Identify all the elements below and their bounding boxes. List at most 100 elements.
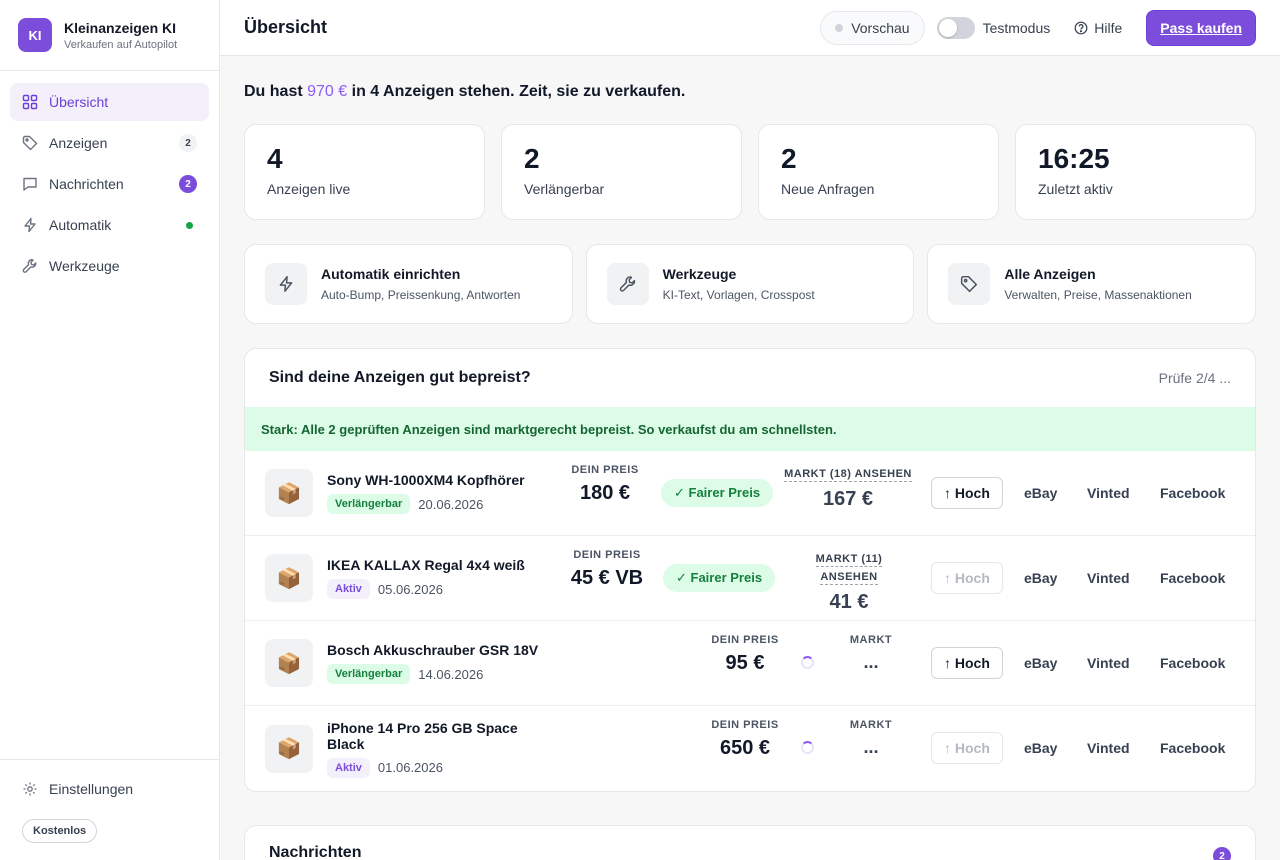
sidebar-item-label: Automatik: [49, 217, 112, 233]
action-icon-box: [265, 263, 307, 305]
action-card-automatik[interactable]: Automatik einrichten Auto-Bump, Preissen…: [244, 244, 573, 324]
platform-vinted[interactable]: Vinted: [1087, 485, 1130, 501]
stat-label: Anzeigen live: [267, 181, 351, 197]
price-value: 180 €: [579, 482, 631, 504]
listing-date: 05.06.2026: [377, 581, 443, 597]
buy-pass-button[interactable]: Pass kaufen: [1146, 9, 1256, 46]
fair-price-badge: ✓ Fairer Preis: [663, 564, 776, 592]
preview-button[interactable]: Vorschau: [820, 10, 925, 45]
market-caption-link[interactable]: MARKT (18) ANSEHEN: [784, 468, 912, 482]
tag-icon: [961, 275, 978, 293]
listing-title[interactable]: IKEA KALLAX Regal 4x4 weiß: [327, 557, 557, 573]
bolt-icon: [24, 217, 36, 233]
brand[interactable]: KI Kleinanzeigen KI Verkaufen auf Autopi…: [0, 0, 219, 71]
price-caption: DEIN PREIS: [573, 549, 641, 561]
listing-title[interactable]: Sony WH-1000XM4 Kopfhörer: [327, 472, 557, 488]
stat-card-renewable: 2 Verlängerbar: [501, 124, 742, 220]
preview-label: Vorschau: [851, 19, 910, 36]
testmode-label: Testmodus: [982, 19, 1051, 36]
listing-row: 📦 Sony WH-1000XM4 Kopfhörer Verlängerbar…: [245, 451, 1255, 536]
platform-ebay[interactable]: eBay: [1024, 485, 1057, 501]
platform-facebook[interactable]: Facebook: [1160, 485, 1225, 501]
market-value: 41 €: [829, 591, 869, 613]
help-button[interactable]: Hilfe: [1074, 20, 1122, 36]
platform-facebook[interactable]: Facebook: [1160, 740, 1225, 756]
fair-price-badge: ✓ Fairer Preis: [661, 479, 774, 507]
price-value: 95 €: [725, 652, 765, 674]
your-price: DEIN PREIS 650 €: [710, 719, 780, 760]
your-price: DEIN PREIS 95 €: [710, 634, 780, 675]
platform-vinted[interactable]: Vinted: [1087, 570, 1130, 586]
messages-card[interactable]: Nachrichten 2: [244, 825, 1256, 860]
sidebar-item-automatik[interactable]: Automatik: [10, 206, 209, 244]
preview-status-dot: [835, 23, 844, 32]
market-value: ...: [863, 652, 879, 672]
market-caption: MARKT: [849, 719, 893, 731]
platform-vinted[interactable]: Vinted: [1087, 740, 1130, 756]
top-header: Übersicht Vorschau Testmodus Hilfe Pass …: [220, 0, 1280, 56]
bump-button[interactable]: ↑ Hoch: [931, 477, 1003, 509]
stat-label: Verlängerbar: [524, 181, 605, 197]
platform-facebook[interactable]: Facebook: [1160, 570, 1225, 586]
listing-title[interactable]: iPhone 14 Pro 256 GB Space Black: [327, 720, 557, 752]
platform-ebay[interactable]: eBay: [1024, 655, 1057, 671]
sidebar-item-werkzeuge[interactable]: Werkzeuge: [10, 247, 209, 285]
listing-row: 📦 Bosch Akkuschrauber GSR 18V Verlängerb…: [245, 621, 1255, 706]
quick-actions: Automatik einrichten Auto-Bump, Preissen…: [244, 244, 1257, 324]
price-value: 45 € VB: [570, 567, 644, 589]
platform-ebay[interactable]: eBay: [1024, 740, 1057, 756]
sidebar-item-label: Werkzeuge: [49, 258, 120, 274]
price-caption: DEIN PREIS: [571, 464, 639, 476]
bolt-icon: [279, 275, 293, 293]
bump-button[interactable]: ↑ Hoch: [931, 732, 1003, 764]
status-badge: Aktiv: [327, 757, 370, 778]
action-card-werkzeuge[interactable]: Werkzeuge KI-Text, Vorlagen, Crosspost: [585, 244, 915, 324]
market-caption: MARKT: [849, 634, 893, 646]
tag-icon: [22, 135, 38, 151]
messages-title: Nachrichten: [269, 844, 362, 860]
bump-button[interactable]: ↑ Hoch: [931, 562, 1003, 594]
action-subtitle: Auto-Bump, Preissenkung, Antworten: [321, 288, 521, 302]
listing-row: 📦 iPhone 14 Pro 256 GB Space Black Aktiv…: [245, 706, 1255, 791]
help-label: Hilfe: [1094, 19, 1123, 36]
sidebar-item-uebersicht[interactable]: Übersicht: [10, 83, 209, 121]
testmode-toggle[interactable]: [936, 16, 975, 39]
platform-ebay[interactable]: eBay: [1024, 570, 1057, 586]
stat-value: 2: [781, 143, 797, 174]
summary-headline: Du hast 970 € in 4 Anzeigen stehen. Zeit…: [244, 83, 1256, 103]
wrench-icon: [619, 276, 635, 292]
market-price[interactable]: MARKT (18) ANSEHEN 167 €: [784, 464, 912, 511]
sidebar-item-nachrichten[interactable]: Nachrichten 2: [10, 165, 209, 203]
your-price: DEIN PREIS 45 € VB: [565, 549, 649, 590]
action-subtitle: KI-Text, Vorlagen, Crosspost: [662, 288, 815, 302]
gear-icon: [23, 782, 37, 796]
sidebar-item-anzeigen[interactable]: Anzeigen 2: [10, 124, 209, 162]
market-price[interactable]: MARKT (11) ANSEHEN 41 €: [786, 549, 912, 614]
sidebar-item-einstellungen[interactable]: Einstellungen: [10, 770, 209, 808]
platform-facebook[interactable]: Facebook: [1160, 655, 1225, 671]
stat-label: Neue Anfragen: [781, 181, 875, 197]
sidebar-nav: Übersicht Anzeigen 2 Nachrichten 2 Autom…: [0, 71, 219, 300]
summary-amount: 970 €: [307, 83, 348, 100]
page-title: Übersicht: [244, 17, 328, 37]
sidebar-item-label: Übersicht: [49, 94, 109, 110]
message-count-badge: 2: [179, 175, 197, 193]
your-price: DEIN PREIS 180 €: [569, 464, 641, 505]
action-card-alle-anzeigen[interactable]: Alle Anzeigen Verwalten, Preise, Massena…: [927, 244, 1257, 324]
bump-button[interactable]: ↑ Hoch: [931, 647, 1003, 679]
plan-badge[interactable]: Kostenlos: [22, 819, 98, 843]
action-title: Automatik einrichten: [321, 266, 461, 282]
listing-date: 14.06.2026: [418, 666, 484, 682]
sidebar-item-label: Anzeigen: [49, 135, 108, 151]
market-price: MARKT ...: [845, 719, 897, 758]
platform-vinted[interactable]: Vinted: [1087, 655, 1130, 671]
listing-title[interactable]: Bosch Akkuschrauber GSR 18V: [327, 642, 557, 658]
success-banner: Stark: Alle 2 geprüften Anzeigen sind ma…: [245, 407, 1255, 451]
action-icon-box: [948, 263, 991, 305]
market-caption-link[interactable]: MARKT (11) ANSEHEN: [815, 553, 883, 585]
stat-value: 16:25: [1038, 143, 1110, 174]
main-content: Du hast 970 € in 4 Anzeigen stehen. Zeit…: [220, 56, 1280, 860]
status-badge: Verlängerbar: [327, 494, 411, 514]
status-badge: Aktiv: [327, 579, 370, 599]
market-price: MARKT ...: [845, 634, 897, 673]
